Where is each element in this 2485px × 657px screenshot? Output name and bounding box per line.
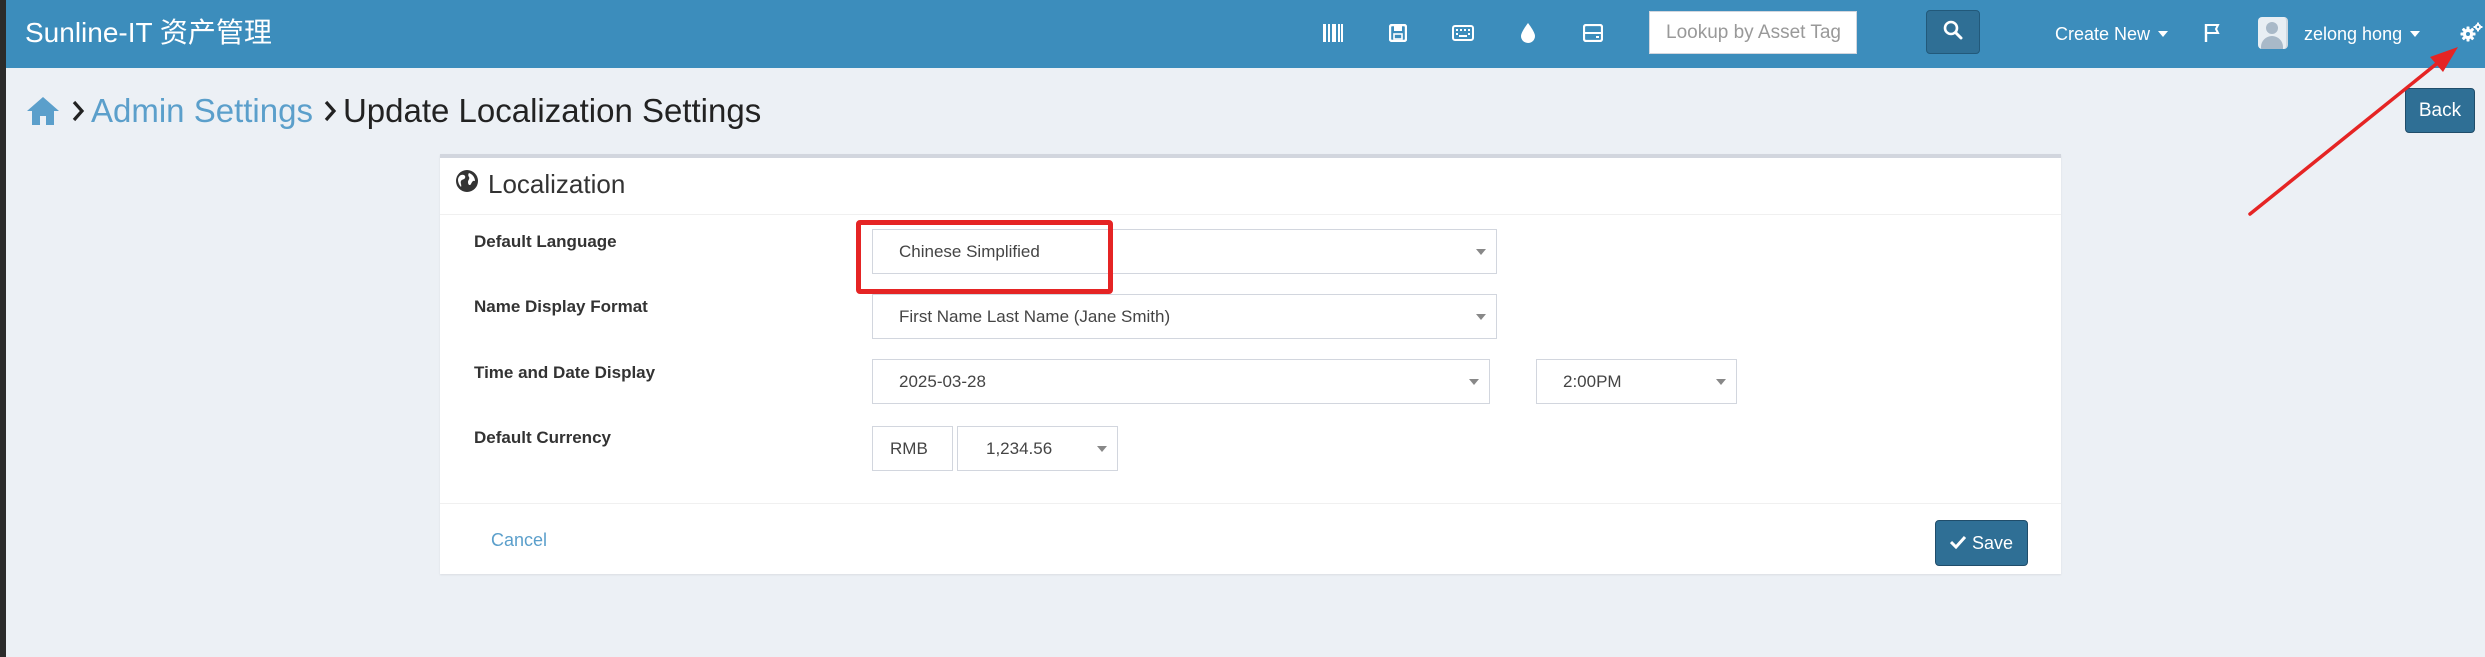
localization-panel: Localization Default Language Chinese Si… bbox=[440, 154, 2061, 574]
breadcrumb: Admin Settings Update Localization Setti… bbox=[25, 91, 761, 131]
create-new-label: Create New bbox=[2055, 24, 2151, 44]
user-name: zelong hong bbox=[2304, 24, 2403, 44]
flag-icon[interactable] bbox=[2199, 20, 2225, 46]
time-date-display-label: Time and Date Display bbox=[474, 363, 656, 382]
save-label: Save bbox=[1971, 532, 2014, 553]
barcode-icon[interactable] bbox=[1320, 20, 1346, 46]
annotation-highlight-box bbox=[856, 220, 1113, 294]
date-format-value: 2025-03-28 bbox=[899, 371, 986, 391]
asset-tag-search-input[interactable] bbox=[1649, 11, 1857, 54]
time-format-value: 2:00PM bbox=[1563, 371, 1622, 391]
search-button[interactable] bbox=[1926, 10, 1980, 54]
time-format-select[interactable]: 2:00PM bbox=[1536, 359, 1737, 404]
cogs-icon[interactable] bbox=[2459, 20, 2485, 46]
caret-down-icon bbox=[2410, 31, 2421, 37]
dropdown-arrow-icon bbox=[1476, 314, 1486, 320]
name-display-format-select[interactable]: First Name Last Name (Jane Smith) bbox=[872, 294, 1497, 339]
window-left-edge bbox=[0, 0, 6, 657]
chevron-right-icon bbox=[323, 100, 337, 122]
keyboard-icon[interactable] bbox=[1450, 20, 1476, 46]
save-button[interactable]: Save bbox=[1935, 520, 2028, 566]
name-display-format-value: First Name Last Name (Jane Smith) bbox=[899, 306, 1171, 326]
cancel-link[interactable]: Cancel bbox=[491, 530, 547, 551]
dropdown-arrow-icon bbox=[1469, 379, 1479, 385]
page-title: Update Localization Settings bbox=[342, 92, 762, 129]
hdd-icon[interactable] bbox=[1580, 20, 1606, 46]
user-menu[interactable]: zelong hong bbox=[2304, 22, 2421, 46]
top-navbar: Sunline-IT 资产管理 Create New zelong hong bbox=[6, 0, 2485, 68]
create-new-menu[interactable]: Create New bbox=[2055, 22, 2169, 46]
caret-down-icon bbox=[2158, 31, 2169, 37]
panel-header: Localization bbox=[440, 158, 2061, 215]
save-icon[interactable] bbox=[1385, 20, 1411, 46]
breadcrumb-admin-settings[interactable]: Admin Settings bbox=[91, 92, 313, 130]
currency-format-value: 1,234.56 bbox=[986, 438, 1053, 458]
date-format-select[interactable]: 2025-03-28 bbox=[872, 359, 1490, 404]
default-language-label: Default Language bbox=[474, 232, 617, 251]
dropdown-arrow-icon bbox=[1716, 379, 1726, 385]
currency-input[interactable] bbox=[872, 426, 953, 471]
panel-footer-divider bbox=[440, 503, 2061, 504]
dropdown-arrow-icon bbox=[1097, 446, 1107, 452]
check-icon bbox=[1949, 533, 1967, 554]
currency-format-select[interactable]: 1,234.56 bbox=[957, 426, 1118, 471]
panel-title-text: Localization bbox=[488, 169, 626, 199]
globe-icon bbox=[455, 169, 479, 200]
search-icon bbox=[1943, 20, 1963, 45]
tint-icon[interactable] bbox=[1515, 20, 1541, 46]
chevron-right-icon bbox=[71, 100, 85, 122]
panel-title: Localization bbox=[455, 169, 625, 200]
dropdown-arrow-icon bbox=[1476, 249, 1486, 255]
name-display-format-label: Name Display Format bbox=[474, 297, 648, 316]
default-currency-label: Default Currency bbox=[474, 428, 611, 447]
home-icon[interactable] bbox=[25, 95, 61, 127]
annotation-arrow bbox=[2248, 47, 2458, 216]
brand-title[interactable]: Sunline-IT 资产管理 bbox=[25, 15, 272, 51]
